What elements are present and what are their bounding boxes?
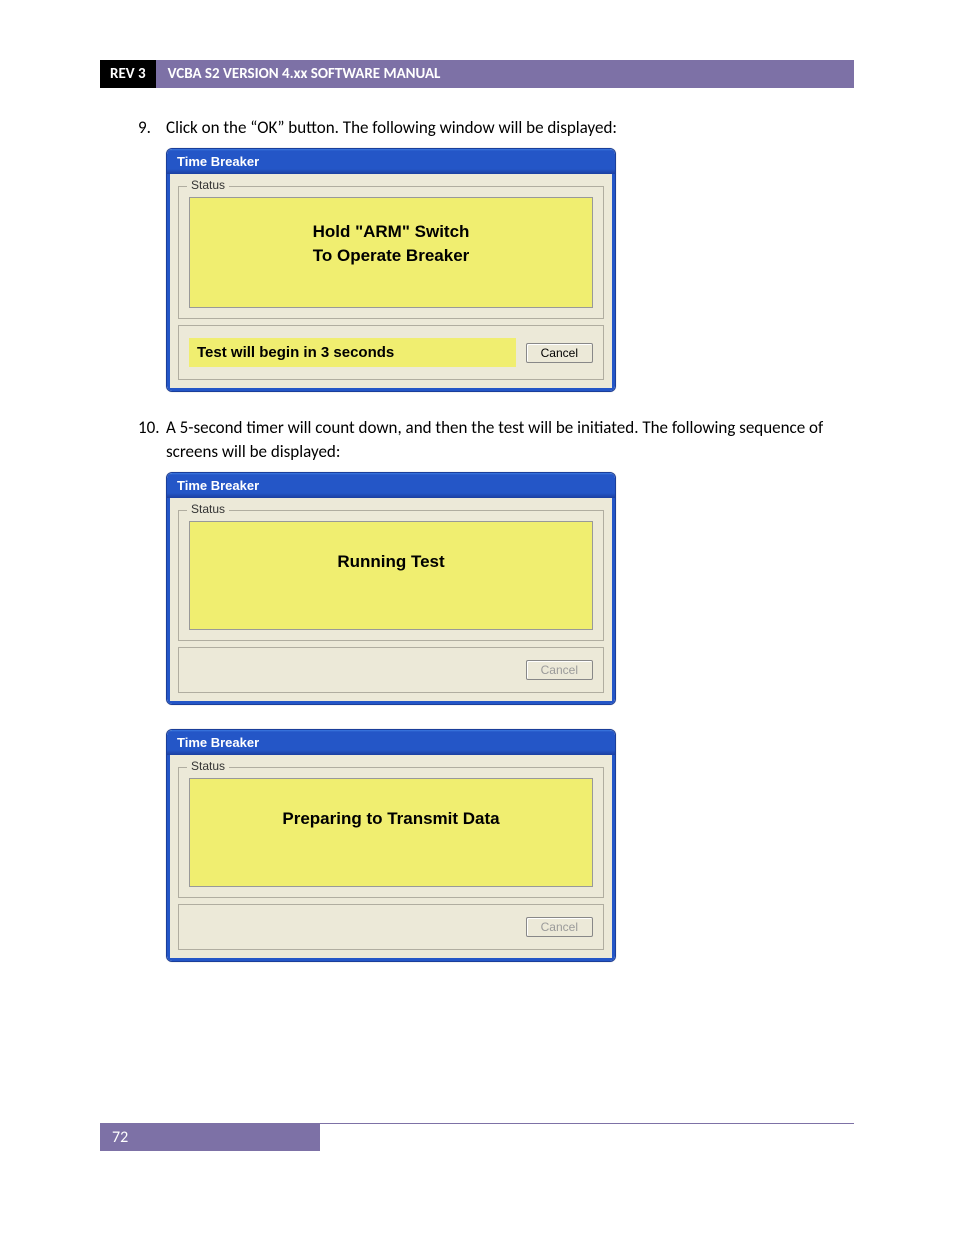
dialog-titlebar: Time Breaker [167,149,615,174]
page-footer: 72 [100,1123,854,1151]
dialog-time-breaker-1: Time Breaker Status Hold "ARM" Switch To… [166,148,616,393]
status-message-panel: Hold "ARM" Switch To Operate Breaker [189,197,593,309]
step-number: 9. [138,116,166,140]
fieldset-legend: Status [187,178,229,192]
fieldset-legend: Status [187,502,229,516]
step-text: A 5-second timer will count down, and th… [166,416,854,464]
status-message: Preparing to Transmit Data [198,807,584,831]
cancel-button[interactable]: Cancel [526,343,593,363]
page-header: REV 3 VCBA S2 VERSION 4.xx SOFTWARE MANU… [100,60,854,88]
cancel-button[interactable]: Cancel [526,660,593,680]
header-title: VCBA S2 VERSION 4.xx SOFTWARE MANUAL [156,60,854,88]
status-line-2: To Operate Breaker [198,244,584,268]
dialog-time-breaker-3: Time Breaker Status Preparing to Transmi… [166,729,616,962]
countdown-text: Test will begin in 3 seconds [189,338,516,367]
status-fieldset: Status Preparing to Transmit Data [178,767,604,898]
status-message-panel: Running Test [189,521,593,630]
fieldset-legend: Status [187,759,229,773]
status-message-panel: Preparing to Transmit Data [189,778,593,887]
dialog-bottom-row: Cancel [178,647,604,693]
status-fieldset: Status Hold "ARM" Switch To Operate Brea… [178,186,604,320]
step-text: Click on the “OK” button. The following … [166,116,854,140]
step-9: 9. Click on the “OK” button. The followi… [138,116,854,140]
step-10: 10. A 5-second timer will count down, an… [138,416,854,464]
dialog-bottom-row: Cancel [178,904,604,950]
step-number: 10. [138,416,166,464]
header-rev: REV 3 [100,60,156,88]
status-message: Running Test [198,550,584,574]
dialog-time-breaker-2: Time Breaker Status Running Test Cancel [166,472,616,705]
status-line-1: Hold "ARM" Switch [198,220,584,244]
page-number: 72 [100,1124,320,1151]
dialog-titlebar: Time Breaker [167,473,615,498]
dialog-bottom-row: Test will begin in 3 seconds Cancel [178,325,604,380]
dialog-titlebar: Time Breaker [167,730,615,755]
status-fieldset: Status Running Test [178,510,604,641]
cancel-button[interactable]: Cancel [526,917,593,937]
